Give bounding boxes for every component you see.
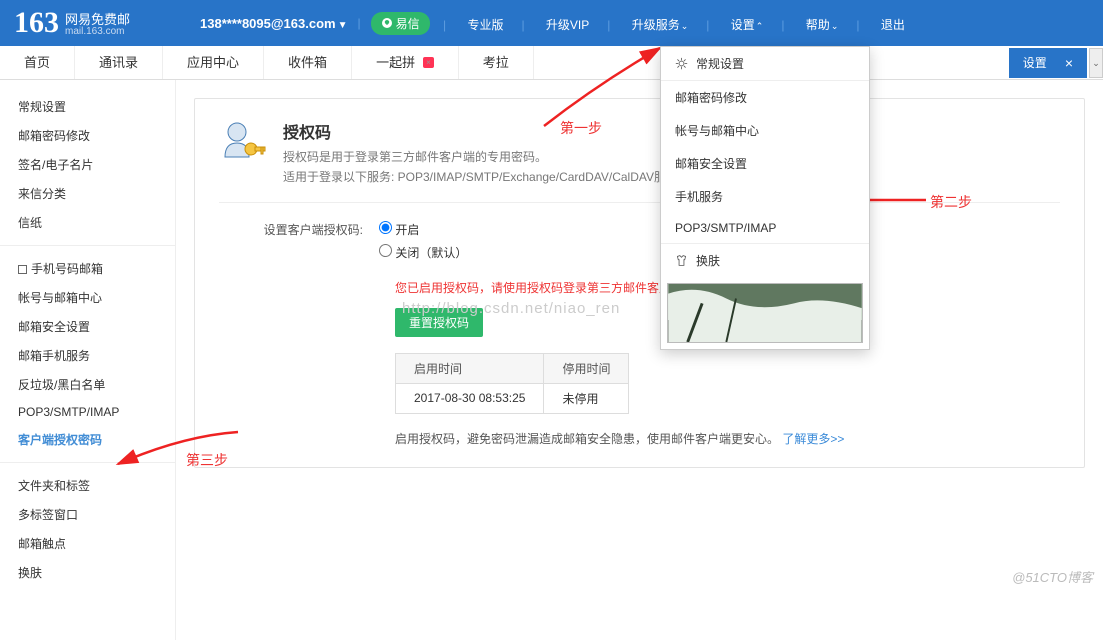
dd-skin[interactable]: 换肤	[661, 243, 869, 277]
sidebar-item[interactable]: 反垃圾/黑白名单	[0, 370, 175, 399]
tab-home[interactable]: 首页	[0, 46, 75, 79]
dd-item[interactable]: 邮箱安全设置	[661, 147, 869, 180]
nav-help[interactable]: 帮助⌄	[806, 18, 839, 32]
learn-more-link[interactable]: 了解更多>>	[782, 432, 844, 446]
auth-log-table: 启用时间停用时间 2017-08-30 08:53:25未停用	[395, 353, 629, 414]
sidebar-item-phone[interactable]: 手机号码邮箱	[0, 245, 175, 283]
top-header: 163 网易免费邮 mail.163.com 138****8095@163.c…	[0, 0, 1103, 46]
dd-item-pop3[interactable]: POP3/SMTP/IMAP	[661, 213, 869, 243]
sidebar-item[interactable]: 邮箱安全设置	[0, 312, 175, 341]
nav-pro[interactable]: 专业版	[467, 18, 503, 32]
arrow-step1	[538, 44, 668, 137]
close-icon[interactable]: ×	[1065, 48, 1073, 78]
sidebar-item[interactable]: 多标签窗口	[0, 500, 175, 529]
tab-settings-active[interactable]: 设置×	[1009, 48, 1087, 78]
td-enable-time: 2017-08-30 08:53:25	[396, 383, 544, 413]
theme-preview[interactable]: 纯净邮箱	[667, 283, 863, 343]
tab-exam[interactable]: 考拉	[459, 46, 534, 79]
sidebar-item[interactable]: 邮箱手机服务	[0, 341, 175, 370]
yixin-button[interactable]: 易信	[371, 12, 430, 35]
auth-code-panel: 授权码 授权码是用于登录第三方邮件客户端的专用密码。 适用于登录以下服务: PO…	[194, 98, 1085, 468]
top-nav: 易信 | 专业版| 升级VIP| 升级服务⌄| 设置⌃| 帮助⌄| 退出	[371, 12, 913, 35]
sidebar-item[interactable]: 常规设置	[0, 92, 175, 121]
footer-note: 启用授权码，避免密码泄漏造成邮箱安全隐患，使用邮件客户端更安心。 了解更多>>	[395, 430, 1060, 447]
nav-vip[interactable]: 升级VIP	[546, 18, 589, 32]
tab-overflow-button[interactable]: ⌄	[1089, 48, 1103, 78]
nav-svc[interactable]: 升级服务⌄	[632, 18, 689, 32]
logo-163: 163	[14, 8, 59, 38]
dd-general[interactable]: 常规设置	[661, 47, 869, 80]
sidebar-item[interactable]: 来信分类	[0, 179, 175, 208]
tab-apps[interactable]: 应用中心	[163, 46, 264, 79]
watermark-blog: http://blog.csdn.net/niao_ren	[402, 300, 620, 317]
sidebar-item-pop3[interactable]: POP3/SMTP/IMAP	[0, 399, 175, 425]
logo-sub: mail.163.com	[65, 26, 130, 37]
sidebar-item[interactable]: 信纸	[0, 208, 175, 237]
logo-text: 网易免费邮 mail.163.com	[65, 9, 130, 37]
dd-item[interactable]: 帐号与邮箱中心	[661, 114, 869, 147]
panel-desc: 授权码是用于登录第三方邮件客户端的专用密码。 适用于登录以下服务: POP3/I…	[283, 147, 690, 188]
th-disable-time: 停用时间	[544, 353, 629, 383]
step1-label: 第一步	[560, 118, 602, 138]
sidebar-item[interactable]: 帐号与邮箱中心	[0, 283, 175, 312]
radio-on[interactable]: 开启	[379, 221, 467, 238]
auth-toggle-label: 设置客户端授权码:	[219, 221, 379, 267]
nav-set[interactable]: 设置⌃	[731, 18, 764, 32]
tab-inbox[interactable]: 收件箱	[264, 46, 352, 79]
dd-item[interactable]: 手机服务	[661, 180, 869, 213]
radio-off[interactable]: 关闭（默认）	[379, 244, 467, 261]
td-disable-time: 未停用	[544, 383, 629, 413]
user-key-icon	[219, 119, 267, 167]
settings-sidebar: 常规设置 邮箱密码修改 签名/电子名片 来信分类 信纸 手机号码邮箱 帐号与邮箱…	[0, 80, 176, 640]
sidebar-item[interactable]: 换肤	[0, 558, 175, 587]
gear-icon	[675, 57, 688, 70]
step2-label: 第二步	[930, 192, 972, 212]
dd-item[interactable]: 邮箱密码修改	[661, 80, 869, 114]
shirt-icon	[675, 254, 688, 267]
logo-top: 网易免费邮	[65, 12, 130, 27]
nav-exit[interactable]: 退出	[881, 18, 905, 32]
step3-label: 第三步	[186, 450, 228, 470]
th-enable-time: 启用时间	[396, 353, 544, 383]
main-content: 授权码 授权码是用于登录第三方邮件客户端的专用密码。 适用于登录以下服务: PO…	[176, 80, 1103, 640]
sidebar-item[interactable]: 邮箱触点	[0, 529, 175, 558]
tab-together[interactable]: 一起拼	[352, 46, 459, 79]
sidebar-item[interactable]: 签名/电子名片	[0, 150, 175, 179]
settings-dropdown: 常规设置 邮箱密码修改 帐号与邮箱中心 邮箱安全设置 手机服务 POP3/SMT…	[660, 46, 870, 350]
sidebar-item[interactable]: 邮箱密码修改	[0, 121, 175, 150]
tab-contacts[interactable]: 通讯录	[75, 46, 163, 79]
watermark: @51CTO博客	[1012, 567, 1093, 586]
phone-icon	[18, 265, 27, 274]
account-email[interactable]: 138****8095@163.com▼	[200, 16, 347, 31]
